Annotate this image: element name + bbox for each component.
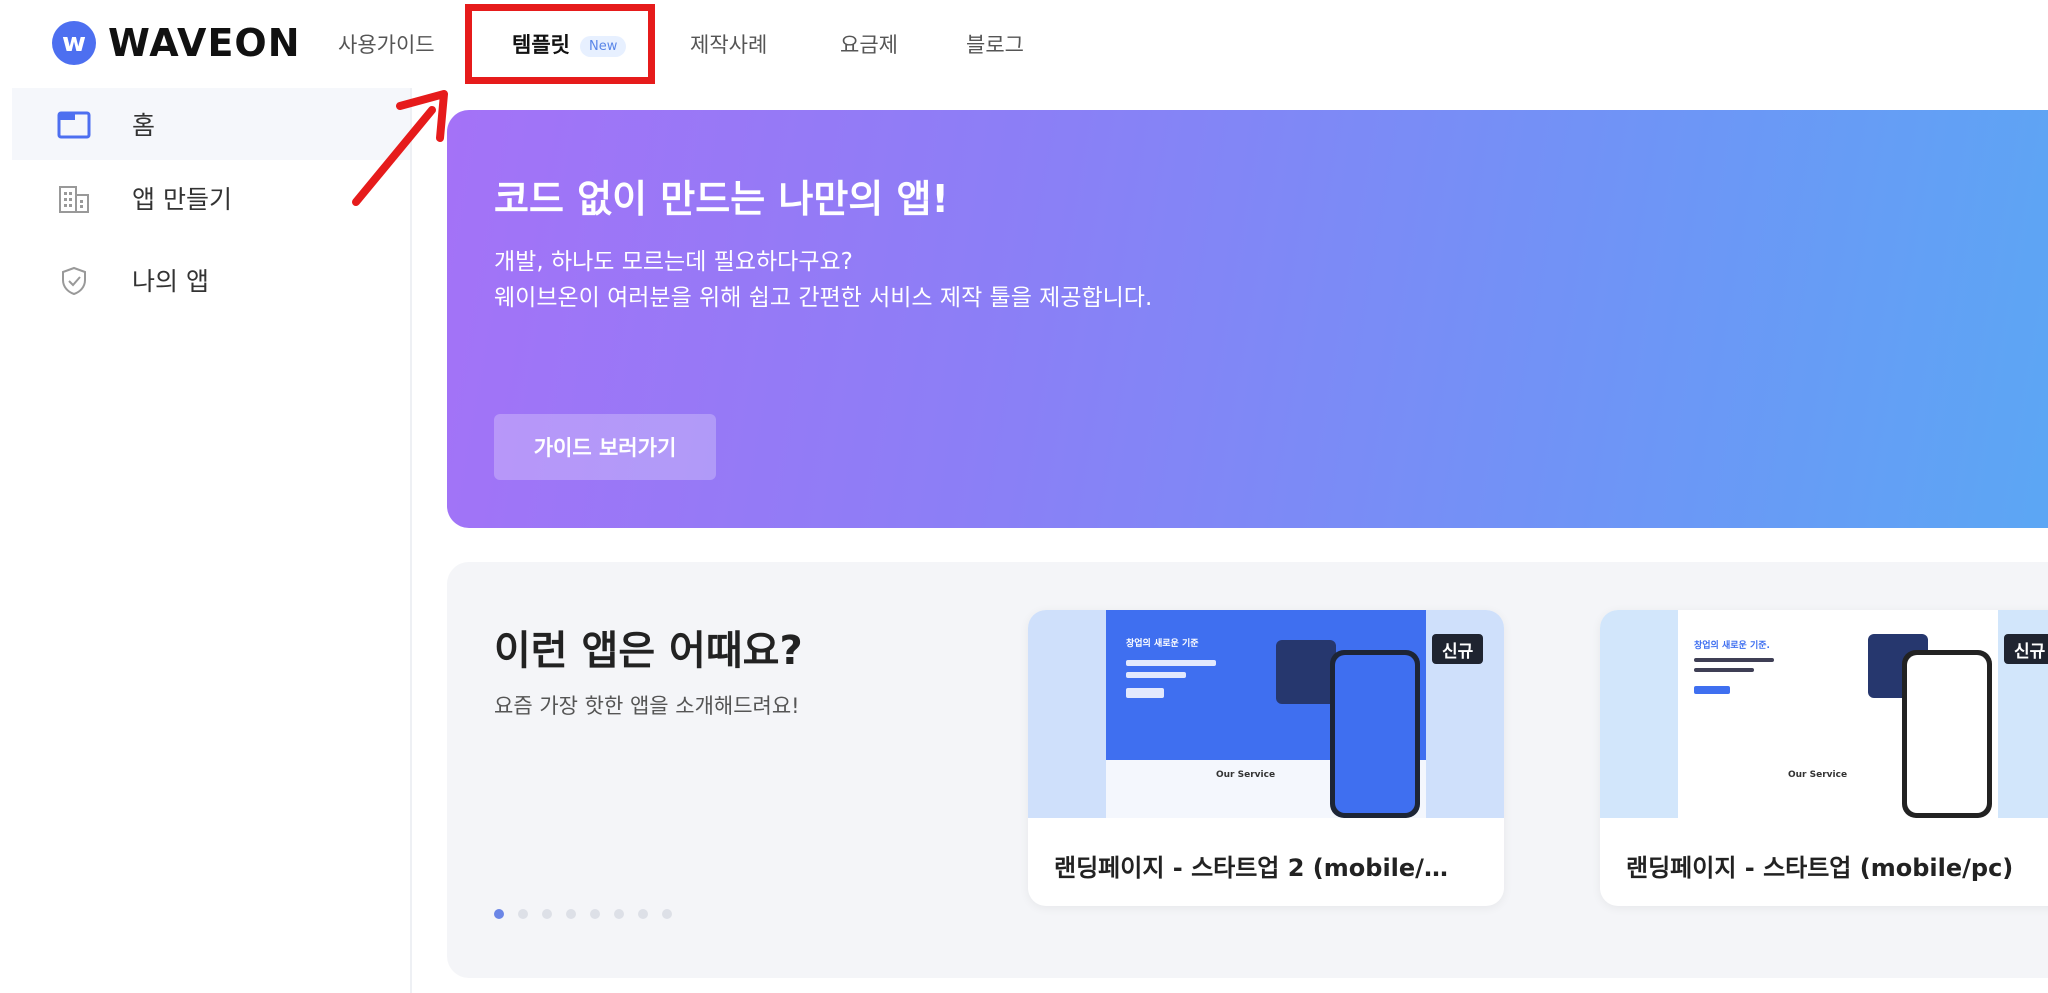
carousel-dot[interactable] bbox=[590, 909, 600, 919]
carousel-dot[interactable] bbox=[542, 909, 552, 919]
arrow-annotation-icon bbox=[352, 90, 448, 206]
mockup-phone bbox=[1902, 650, 1992, 818]
sidebar-item-my-app[interactable]: 나의 앱 bbox=[12, 244, 410, 316]
thumbnail-heading: 창업의 새로운 기준 bbox=[1126, 639, 1199, 649]
carousel-pagination bbox=[494, 909, 672, 919]
nav-cases[interactable]: 제작사례 bbox=[690, 29, 767, 59]
mockup-button bbox=[1126, 688, 1164, 698]
mockup-line bbox=[1126, 660, 1216, 666]
logo-mark-icon: w bbox=[52, 21, 96, 65]
top-header: w WAVEON 사용가이드 템플릿 New 제작사례 요금제 블로그 bbox=[0, 0, 2048, 68]
carousel-dot[interactable] bbox=[494, 909, 504, 919]
mockup-phone bbox=[1330, 650, 1420, 818]
template-thumbnail: 창업의 새로운 기준. Our Service bbox=[1600, 610, 2048, 818]
recommend-title: 이런 앱은 어때요? bbox=[494, 628, 803, 674]
mockup-line bbox=[1694, 668, 1754, 672]
carousel-dot[interactable] bbox=[638, 909, 648, 919]
sidebar-item-label: 나의 앱 bbox=[132, 267, 209, 296]
template-card-title: 랜딩페이지 - 스타트업 (mobile/pc) bbox=[1626, 854, 2014, 882]
mockup-phone-screen bbox=[1907, 655, 1987, 813]
mockup-line bbox=[1694, 658, 1774, 662]
carousel-dot[interactable] bbox=[518, 909, 528, 919]
logo-text: WAVEON bbox=[108, 21, 301, 65]
template-highlight-box bbox=[465, 4, 655, 84]
home-icon bbox=[56, 110, 92, 140]
template-card-title: 랜딩페이지 - 스타트업 2 (mobile/… bbox=[1054, 854, 1448, 882]
mockup-button bbox=[1694, 686, 1730, 694]
sidebar-item-label: 앱 만들기 bbox=[132, 185, 232, 214]
template-card[interactable]: 창업의 새로운 기준. Our Service 신규 랜딩페이지 - 스타트업 … bbox=[1600, 610, 2048, 906]
thumbnail-service-label: Our Service bbox=[1788, 770, 1848, 780]
carousel-dot[interactable] bbox=[566, 909, 576, 919]
new-badge: 신규 bbox=[2004, 634, 2048, 664]
sidebar: 홈 앱 만들기 나의 앱 bbox=[0, 88, 412, 993]
shield-check-icon bbox=[56, 266, 92, 296]
sidebar-item-label: 홈 bbox=[132, 111, 156, 140]
hero-description-line2: 웨이브온이 여러분을 위해 쉽고 간편한 서비스 제작 툴을 제공합니다. bbox=[494, 285, 1153, 311]
new-badge: 신규 bbox=[1432, 634, 1484, 664]
mockup-phone-screen bbox=[1335, 655, 1415, 813]
nav-guide[interactable]: 사용가이드 bbox=[338, 29, 435, 59]
hero-description-line1: 개발, 하나도 모르는데 필요하다구요? bbox=[494, 249, 853, 275]
building-icon bbox=[56, 184, 92, 214]
recommend-subtitle: 요즘 가장 핫한 앱을 소개해드려요! bbox=[494, 694, 800, 718]
template-card[interactable]: 창업의 새로운 기준 Our Service 신규 랜딩페이지 - 스타트업 2… bbox=[1028, 610, 1504, 906]
mockup-line bbox=[1126, 672, 1186, 678]
thumbnail-service-label: Our Service bbox=[1216, 770, 1276, 780]
nav-blog[interactable]: 블로그 bbox=[966, 29, 1024, 59]
hero-title: 코드 없이 만드는 나만의 앱! bbox=[494, 177, 949, 221]
nav-pricing[interactable]: 요금제 bbox=[840, 29, 898, 59]
thumbnail-heading: 창업의 새로운 기준. bbox=[1694, 641, 1770, 651]
logo[interactable]: w WAVEON bbox=[52, 21, 301, 65]
carousel-dot[interactable] bbox=[614, 909, 624, 919]
view-guide-button[interactable]: 가이드 보러가기 bbox=[494, 414, 716, 480]
carousel-dot[interactable] bbox=[662, 909, 672, 919]
app-root: w WAVEON 사용가이드 템플릿 New 제작사례 요금제 블로그 홈 앱 … bbox=[0, 0, 2048, 993]
mockup-person-image bbox=[1276, 640, 1336, 704]
